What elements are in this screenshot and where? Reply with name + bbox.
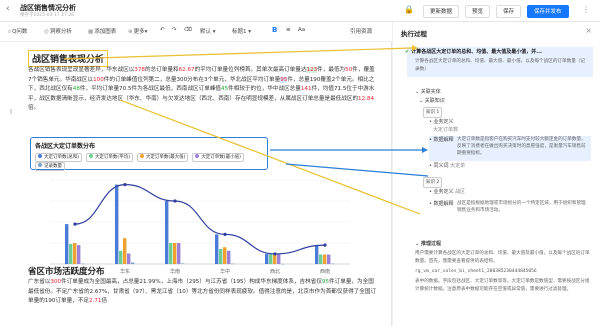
- arrow-head-blue: [422, 147, 428, 153]
- arrow-blue-2: [285, 163, 429, 177]
- annotation-arrows: [63, 45, 429, 215]
- arrow-head-yellow: [412, 45, 418, 51]
- arrow-yellow: [63, 47, 413, 60]
- arrow-yellow-2: [119, 99, 421, 215]
